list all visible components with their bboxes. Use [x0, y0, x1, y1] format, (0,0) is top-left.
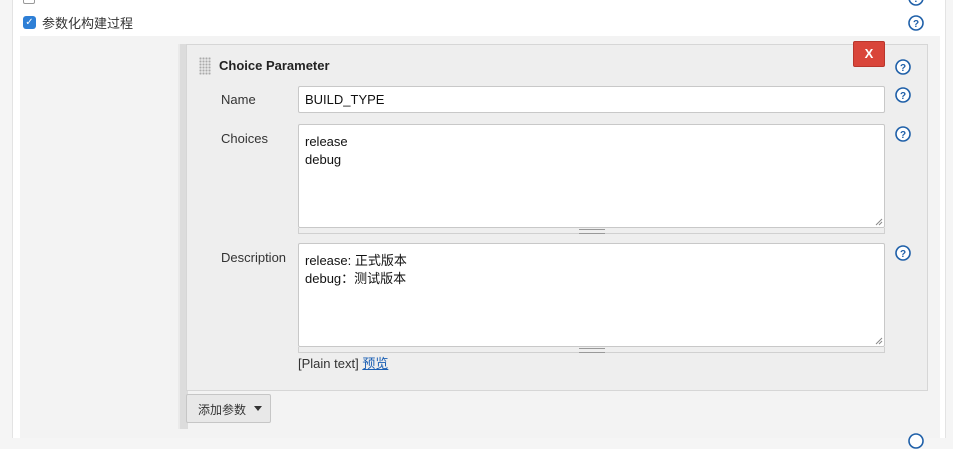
previous-checkbox[interactable]	[23, 0, 35, 4]
previous-row-clip	[20, 0, 940, 6]
resize-handle-icon[interactable]	[875, 218, 883, 226]
description-textarea[interactable]: release: 正式版本 debug：测试版本	[298, 243, 885, 347]
drag-handle-icon[interactable]	[199, 57, 211, 75]
format-line: [Plain text] 预览	[298, 353, 388, 372]
svg-text:?: ?	[900, 249, 906, 260]
caret-down-icon	[254, 406, 262, 411]
description-label: Description	[221, 250, 287, 265]
svg-text:?: ?	[900, 130, 906, 141]
choices-resize-bar[interactable]	[298, 228, 885, 234]
svg-text:?: ?	[913, 0, 919, 5]
format-text: [Plain text]	[298, 356, 359, 371]
resize-handle-icon[interactable]	[875, 337, 883, 345]
svg-text:?: ?	[900, 63, 906, 74]
choices-textarea[interactable]: release debug	[298, 124, 885, 228]
parameterized-build-checkbox[interactable]: ✓	[23, 16, 36, 29]
help-icon[interactable]: ?	[895, 126, 911, 142]
help-icon[interactable]: ?	[895, 59, 911, 75]
block-title: Choice Parameter	[219, 58, 330, 73]
delete-parameter-button[interactable]: X	[853, 41, 885, 67]
name-label: Name	[221, 92, 256, 107]
help-icon[interactable]: ?	[895, 87, 911, 103]
choices-label: Choices	[221, 131, 268, 146]
help-icon[interactable]: ?	[895, 245, 911, 261]
svg-text:?: ?	[913, 19, 919, 30]
name-input[interactable]: BUILD_TYPE	[298, 86, 885, 113]
help-icon[interactable]: ?	[908, 15, 924, 31]
help-icon[interactable]: ?	[908, 0, 924, 6]
add-parameter-label: 添加参数	[198, 403, 247, 417]
svg-text:?: ?	[900, 91, 906, 102]
help-icon[interactable]	[908, 433, 924, 449]
preview-link[interactable]: 预览	[362, 356, 388, 371]
parameterized-build-label: 参数化构建过程	[42, 16, 134, 31]
